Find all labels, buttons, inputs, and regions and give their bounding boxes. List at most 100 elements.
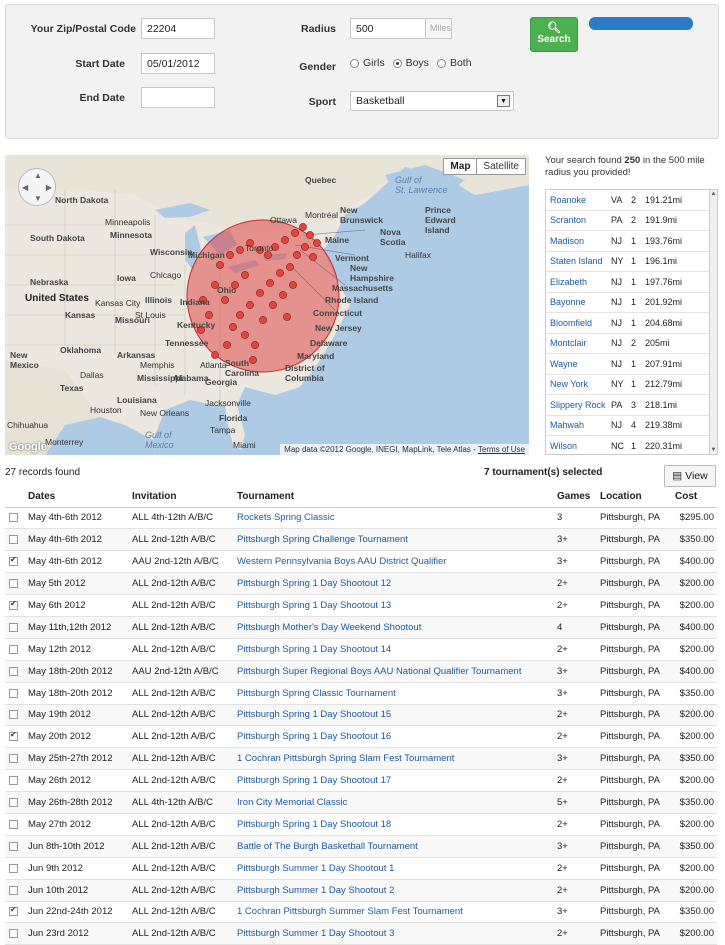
- row-checkbox[interactable]: [9, 710, 18, 720]
- list-item[interactable]: Slippery Rock PA 3 218.1mi: [546, 395, 709, 416]
- cell-tournament[interactable]: Pittsburgh Spring Classic Tournament: [236, 682, 556, 705]
- radio-both[interactable]: [436, 58, 446, 68]
- cell-cost: $200.00: [674, 813, 717, 836]
- cell-tournament[interactable]: 1 Cochran Pittsburgh Spring Slam Fest To…: [236, 747, 556, 771]
- list-item[interactable]: Wilson NC 1 220.31mi: [546, 436, 709, 454]
- row-checkbox[interactable]: [9, 841, 18, 851]
- result-city[interactable]: Slippery Rock: [546, 400, 611, 410]
- row-checkbox[interactable]: [9, 819, 18, 829]
- list-item[interactable]: Madison NJ 1 193.76mi: [546, 231, 709, 252]
- result-city[interactable]: Roanoke: [546, 195, 611, 205]
- cell-tournament[interactable]: Pittsburgh Spring Challenge Tournament: [236, 528, 556, 552]
- pan-right-icon[interactable]: ▶: [46, 183, 52, 192]
- cell-tournament[interactable]: Iron City Memorial Classic: [236, 791, 556, 814]
- search-button[interactable]: 🔍︎ Search: [530, 17, 578, 52]
- list-item[interactable]: Scranton PA 2 191.9mi: [546, 211, 709, 231]
- sport-select[interactable]: Basketball ▼: [350, 91, 514, 111]
- row-checkbox[interactable]: [9, 863, 18, 873]
- header-dates[interactable]: Dates: [27, 487, 131, 508]
- row-checkbox[interactable]: [9, 885, 18, 895]
- terms-of-use-link[interactable]: Terms of Use: [478, 445, 525, 454]
- result-city[interactable]: Wayne: [546, 359, 611, 369]
- cell-tournament[interactable]: Pittsburgh Summer 1 Day Shootout 3: [236, 922, 556, 945]
- row-checkbox[interactable]: [9, 688, 18, 698]
- end-date-input[interactable]: [141, 87, 215, 108]
- cell-tournament[interactable]: Pittsburgh Spring 1 Day Shootout 12: [236, 572, 556, 596]
- map-pan-control[interactable]: ▲ ◀ ▶ ▼: [18, 168, 56, 206]
- list-item[interactable]: Bloomfield NJ 1 204.68mi: [546, 313, 709, 334]
- cell-tournament[interactable]: 1 Cochran Pittsburgh Summer Slam Fest To…: [236, 901, 556, 924]
- row-checkbox[interactable]: [9, 555, 18, 567]
- cell-tournament[interactable]: Pittsburgh Spring 1 Day Shootout 16: [236, 725, 556, 749]
- cell-dates: May 4th-6th 2012: [27, 550, 131, 574]
- result-city[interactable]: Wilson: [546, 441, 611, 451]
- row-checkbox[interactable]: [9, 798, 18, 807]
- list-item[interactable]: Mahwah NJ 4 219.38mi: [546, 416, 709, 436]
- view-button[interactable]: ▤ View: [664, 465, 716, 487]
- header-location[interactable]: Location: [599, 487, 674, 508]
- row-checkbox[interactable]: [9, 599, 18, 610]
- row-checkbox[interactable]: [9, 776, 18, 786]
- radius-input[interactable]: [350, 18, 426, 39]
- cell-tournament[interactable]: Rockets Spring Classic: [236, 507, 556, 530]
- row-checkbox[interactable]: [9, 666, 18, 676]
- list-item[interactable]: New York NY 1 212.79mi: [546, 375, 709, 395]
- pan-up-icon[interactable]: ▲: [34, 171, 42, 180]
- list-item[interactable]: Staten Island NY 1 196.1mi: [546, 252, 709, 272]
- result-city[interactable]: Mahwah: [546, 420, 611, 430]
- list-item[interactable]: Wayne NJ 1 207.91mi: [546, 354, 709, 375]
- row-checkbox[interactable]: [9, 644, 18, 654]
- radio-girls[interactable]: [350, 58, 359, 68]
- cell-location: Pittsburgh, PA: [599, 922, 674, 945]
- pan-down-icon[interactable]: ▼: [34, 194, 42, 203]
- header-cost[interactable]: Cost: [674, 487, 717, 508]
- header-tournament[interactable]: Tournament: [236, 487, 556, 508]
- list-item[interactable]: Elizabeth NJ 1 197.76mi: [546, 272, 709, 293]
- list-item[interactable]: Montclair NJ 2 205mi: [546, 334, 709, 354]
- cell-tournament[interactable]: Pittsburgh Spring 1 Day Shootout 18: [236, 813, 556, 836]
- pan-left-icon[interactable]: ◀: [22, 183, 28, 192]
- header-invitation[interactable]: Invitation: [131, 487, 236, 508]
- cell-tournament[interactable]: Western Pennsylvania Boys AAU District Q…: [236, 550, 556, 574]
- cell-tournament[interactable]: Pittsburgh Spring 1 Day Shootout 13: [236, 594, 556, 617]
- cell-tournament[interactable]: Pittsburgh Super Regional Boys AAU Natio…: [236, 660, 556, 683]
- row-checkbox[interactable]: [9, 513, 18, 523]
- result-city[interactable]: Bayonne: [546, 297, 611, 307]
- cell-tournament[interactable]: Pittsburgh Spring 1 Day Shootout 15: [236, 704, 556, 727]
- row-checkbox[interactable]: [9, 754, 18, 764]
- result-city[interactable]: Elizabeth: [546, 277, 611, 287]
- cell-tournament[interactable]: Pittsburgh Mother's Day Weekend Shootout: [236, 616, 556, 639]
- result-city[interactable]: Scranton: [546, 215, 611, 225]
- result-city[interactable]: Staten Island: [546, 256, 611, 266]
- list-item[interactable]: Roanoke VA 2 191.21mi: [546, 190, 709, 211]
- results-list[interactable]: Roanoke VA 2 191.21mi Scranton PA 2 191.9mi Madi…: [545, 189, 710, 455]
- cell-tournament[interactable]: Pittsburgh Spring 1 Day Shootout 17: [236, 769, 556, 793]
- header-games[interactable]: Games: [556, 487, 599, 508]
- result-city[interactable]: Bloomfield: [546, 318, 611, 328]
- scroll-up-icon[interactable]: ▲: [710, 191, 717, 197]
- row-checkbox[interactable]: [9, 535, 18, 545]
- cell-tournament[interactable]: Pittsburgh Summer 1 Day Shootout 1: [236, 857, 556, 880]
- result-city[interactable]: New York: [546, 379, 611, 389]
- result-city[interactable]: Madison: [546, 236, 611, 246]
- tab-satellite[interactable]: Satellite: [477, 159, 525, 174]
- tab-map[interactable]: Map: [444, 159, 478, 174]
- row-checkbox[interactable]: [9, 579, 18, 589]
- results-scrollbar[interactable]: ▲ ▼: [710, 189, 718, 455]
- row-checkbox[interactable]: [9, 929, 18, 939]
- result-distance: 207.91mi: [645, 358, 683, 369]
- cell-tournament[interactable]: Battle of The Burgh Basketball Tournamen…: [236, 835, 556, 858]
- row-checkbox[interactable]: [9, 622, 18, 632]
- map-view[interactable]: North Dakota Minnesota South Dakota Wisc…: [5, 155, 529, 455]
- radio-boys[interactable]: [392, 58, 402, 68]
- scroll-down-icon[interactable]: ▼: [710, 447, 717, 453]
- cell-tournament[interactable]: Pittsburgh Spring 1 Day Shootout 14: [236, 638, 556, 661]
- list-item[interactable]: Bayonne NJ 1 201.92mi: [546, 293, 709, 313]
- cell-dates: May 26th-28th 2012: [27, 791, 131, 814]
- row-checkbox[interactable]: [9, 730, 18, 742]
- start-date-input[interactable]: [141, 53, 215, 74]
- cell-tournament[interactable]: Pittsburgh Summer 1 Day Shootout 2: [236, 879, 556, 902]
- result-city[interactable]: Montclair: [546, 338, 611, 348]
- zip-input[interactable]: [141, 18, 215, 39]
- row-checkbox[interactable]: [9, 905, 18, 917]
